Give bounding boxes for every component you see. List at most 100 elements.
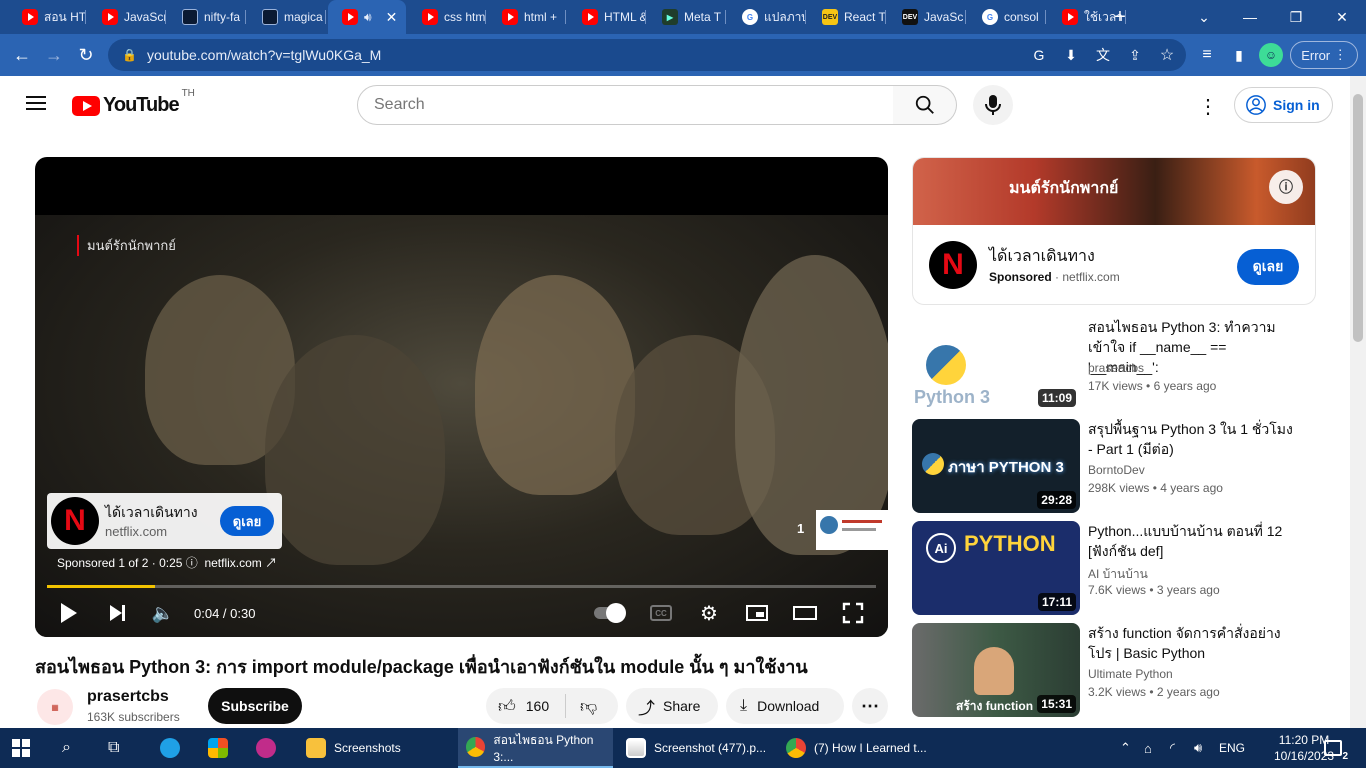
browser-tab[interactable]: 🔊︎ ✕	[328, 0, 406, 34]
youtube-logo[interactable]: YouTube TH	[72, 88, 195, 117]
like-button[interactable]: 👍︎ 160	[486, 694, 566, 718]
audio-playing-icon[interactable]: 🔊︎	[364, 10, 372, 25]
minimize-icon[interactable]: —	[1228, 0, 1272, 34]
browser-tab[interactable]: html +	[488, 0, 566, 34]
channel-name[interactable]: prasertcbs	[87, 688, 169, 706]
next-button[interactable]	[105, 599, 129, 627]
search-icon[interactable]: ⌕	[62, 728, 86, 768]
wps-icon[interactable]	[256, 728, 280, 768]
page-scrollbar[interactable]	[1350, 76, 1366, 728]
profile-avatar[interactable]: ☺	[1259, 43, 1283, 67]
browser-tab[interactable]: สอน HT	[8, 0, 86, 34]
video-player[interactable]: มนต์รักนักพากย์ N ได้เวลาเดินทาง netflix…	[35, 157, 888, 637]
search-input[interactable]: Search	[357, 85, 894, 125]
sign-in-button[interactable]: Sign in	[1234, 87, 1333, 123]
address-bar[interactable]: 🔒 youtube.com/watch?v=tglWu0KGa_M	[108, 39, 1186, 71]
scrollbar-thumb[interactable]	[1353, 94, 1363, 342]
install-icon[interactable]: ⬇	[1059, 43, 1083, 67]
settings-gear-icon[interactable]: ⚙	[695, 599, 723, 627]
ad-cta-button[interactable]: ดูเลย	[220, 506, 274, 536]
side-panel-icon[interactable]: ▮	[1227, 43, 1251, 67]
video-channel[interactable]: AI บ้านบ้าน	[1088, 565, 1148, 584]
browser-tab[interactable]: magica	[248, 0, 326, 34]
browser-tab[interactable]: G แปลภาษ	[728, 0, 806, 34]
dislike-button[interactable]: 👎︎	[566, 696, 597, 717]
settings-more-icon[interactable]: ⋮	[1198, 94, 1218, 119]
video-channel[interactable]: prasertcbs	[1088, 361, 1144, 375]
fullscreen-button[interactable]	[839, 599, 867, 627]
browser-tab[interactable]: Gconsol	[968, 0, 1046, 34]
ad-overlay-card[interactable]: N ได้เวลาเดินทาง netflix.com ดูเลย	[47, 493, 282, 549]
wifi-icon[interactable]: ◜	[1170, 728, 1175, 768]
ad-next-thumbnail[interactable]	[816, 510, 888, 550]
bookmark-star-icon[interactable]: ☆	[1155, 43, 1179, 67]
taskbar-item-chrome-active[interactable]: สอนไพธอน Python 3:...	[458, 728, 613, 768]
tab-close-icon[interactable]: ✕	[386, 9, 398, 26]
search-button[interactable]	[893, 85, 957, 125]
autoplay-toggle[interactable]	[592, 599, 626, 627]
language-indicator[interactable]: ENG	[1219, 728, 1245, 768]
start-button[interactable]	[12, 728, 36, 768]
new-tab-button[interactable]: +	[1098, 0, 1142, 34]
download-button[interactable]: ⤓ Download	[726, 688, 844, 724]
taskbar-item-chrome[interactable]: (7) How I Learned t...	[780, 728, 930, 768]
url-text: youtube.com/watch?v=tglWu0KGa_M	[146, 47, 382, 63]
tab-search-icon[interactable]: ⌄	[1182, 0, 1226, 34]
close-window-icon[interactable]: ✕	[1320, 0, 1364, 34]
theater-mode-button[interactable]	[791, 599, 819, 627]
youtube-favicon-icon	[1062, 9, 1078, 25]
browser-tab[interactable]: nifty-fa	[168, 0, 246, 34]
browser-tab[interactable]: DEV JavaSc	[888, 0, 966, 34]
notifications-button[interactable]: 2	[1324, 728, 1348, 768]
video-thumbnail[interactable]: Ai PYTHON 17:11	[912, 521, 1080, 615]
reload-icon[interactable]: ↻	[74, 43, 98, 67]
ad-sponsor-link[interactable]: netflix.com	[204, 556, 261, 570]
browser-tab[interactable]: DEV React T	[808, 0, 886, 34]
taskbar-item-screenshots[interactable]: Screenshots	[302, 728, 452, 768]
video-channel[interactable]: BorntoDev	[1088, 463, 1145, 477]
share-button[interactable]: ⤴ Share	[626, 688, 718, 724]
subtitles-button[interactable]: CC	[647, 599, 675, 627]
progress-bar[interactable]	[47, 585, 876, 588]
google-icon[interactable]: G	[1027, 43, 1051, 67]
info-icon[interactable]: ⓘ	[186, 556, 201, 570]
browser-tab[interactable]: JavaScr	[88, 0, 166, 34]
ad-cta-button[interactable]: ดูเลย	[1237, 249, 1299, 285]
play-button[interactable]	[57, 599, 81, 627]
miniplayer-button[interactable]	[743, 599, 771, 627]
media-queue-icon[interactable]: ≡	[1195, 43, 1219, 67]
taskbar-item-photos[interactable]: Screenshot (477).p...	[620, 728, 772, 768]
video-thumbnail[interactable]: สร้าง function 15:31	[912, 623, 1080, 717]
related-video[interactable]: ภาษา PYTHON 3 29:28 สรุปพื้นฐาน Python 3…	[912, 419, 1322, 513]
browser-tab[interactable]: ▶ Meta T	[648, 0, 726, 34]
voice-search-button[interactable]	[973, 85, 1013, 125]
browser-tab[interactable]: HTML &	[568, 0, 646, 34]
store-icon[interactable]	[208, 728, 232, 768]
translate-icon[interactable]: 文	[1091, 43, 1115, 67]
video-thumbnail[interactable]: ภาษา PYTHON 3 29:28	[912, 419, 1080, 513]
related-video[interactable]: Python 3 11:09 สอนไพธอน Python 3: ทำความ…	[912, 317, 1322, 411]
back-icon[interactable]: ←	[10, 43, 34, 67]
related-video[interactable]: Ai PYTHON 17:11 Python...แบบบ้านบ้าน ตอน…	[912, 521, 1322, 615]
subscribe-button[interactable]: Subscribe	[208, 688, 302, 724]
menu-icon[interactable]	[26, 96, 46, 110]
forward-icon[interactable]: →	[42, 43, 66, 67]
python-logo-icon	[922, 453, 944, 475]
more-actions-button[interactable]: ⋯	[852, 688, 888, 724]
maximize-icon[interactable]: ❐	[1274, 0, 1318, 34]
show-hidden-icons[interactable]: ⌃	[1120, 728, 1131, 768]
ad-info-icon[interactable]: ⓘ	[1269, 170, 1303, 204]
task-view-icon[interactable]: ⧉	[108, 728, 132, 768]
sidebar-ad[interactable]: มนต์รักนักพากย์ ⓘ N ได้เวลาเดินทาง Spons…	[912, 157, 1316, 305]
volume-tray-icon[interactable]: 🔊︎	[1194, 728, 1202, 768]
edge-icon[interactable]	[160, 728, 184, 768]
channel-avatar[interactable]: ▦	[37, 689, 73, 725]
error-button[interactable]: Error ⋮	[1290, 41, 1358, 69]
browser-tab[interactable]: css htm	[408, 0, 486, 34]
network-device-icon[interactable]: ⌂	[1144, 728, 1152, 768]
share-page-icon[interactable]: ⇪	[1123, 43, 1147, 67]
video-thumbnail[interactable]: Python 3 11:09	[912, 317, 1080, 411]
related-video[interactable]: สร้าง function 15:31 สร้าง function จัดก…	[912, 623, 1322, 717]
video-channel[interactable]: Ultimate Python	[1088, 667, 1173, 681]
volume-icon[interactable]: 🔈	[151, 599, 175, 627]
